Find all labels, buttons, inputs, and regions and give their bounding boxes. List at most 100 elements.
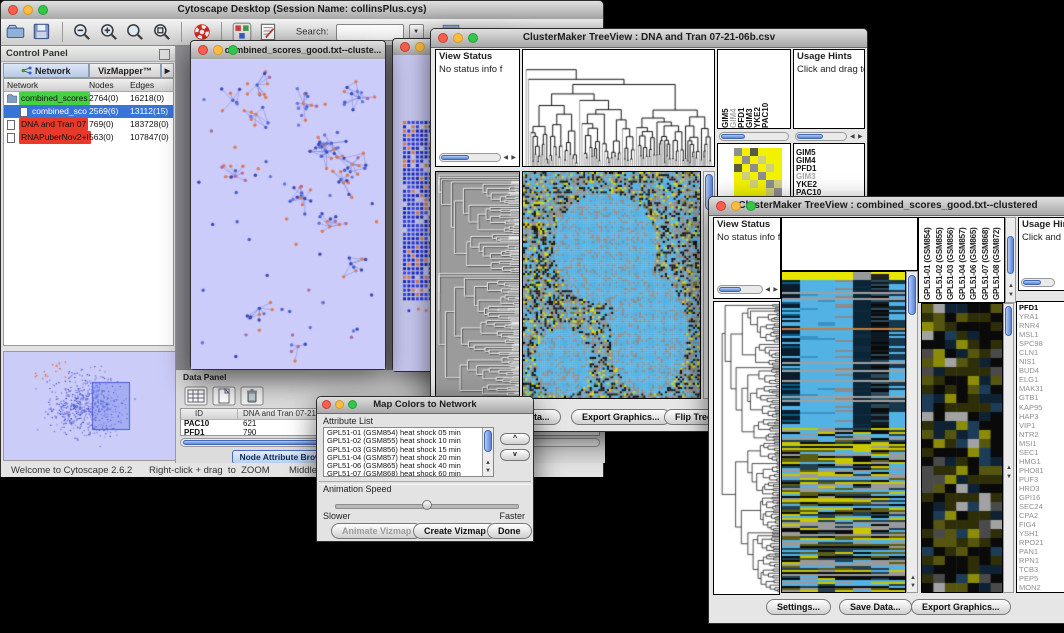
matrix-cell[interactable] (742, 172, 750, 180)
zoom-button[interactable] (348, 400, 357, 409)
tv2-column-label[interactable]: GPL51-07 (GSM868) (980, 220, 992, 300)
tv2-column-label[interactable]: GPL51-08 (GSM872) (991, 220, 1003, 300)
scroll-thumb[interactable] (1005, 306, 1012, 336)
matrix-cell[interactable] (758, 180, 766, 188)
tv2-row-dendrogram[interactable] (713, 301, 780, 595)
close-button[interactable] (322, 400, 331, 409)
gene-label[interactable]: MSL1 (1019, 330, 1044, 339)
scroll-up-icon[interactable]: ▲ (485, 459, 491, 467)
gene-label[interactable]: MAK31 (1019, 384, 1044, 393)
gene-label[interactable]: CLN1 (1019, 348, 1044, 357)
usage-hints-scrollbar[interactable] (1021, 278, 1055, 287)
matrix-cell[interactable] (742, 180, 750, 188)
gene-label[interactable]: CPA2 (1019, 511, 1044, 520)
tv2-column-labels-panel[interactable]: GPL51-01 (GSM854)GPL51-02 (GSM855)GPL51-… (918, 217, 1005, 303)
scroll-thumb[interactable] (721, 134, 745, 139)
matrix-cell[interactable] (734, 156, 742, 164)
minimize-button[interactable] (731, 201, 741, 211)
view-status-scrollbar[interactable] (717, 285, 763, 294)
matrix-cell[interactable] (758, 148, 766, 156)
tv2-column-label[interactable]: GPL51-01 (GSM854) (922, 220, 934, 300)
close-button[interactable] (438, 33, 448, 43)
tv2-detail-vscrollbar[interactable]: ▲ ▼ (1003, 303, 1014, 593)
scroll-right-icon[interactable]: ▶ (773, 286, 778, 294)
scroll-thumb[interactable] (484, 430, 492, 452)
gene-label[interactable]: ELG1 (1019, 375, 1044, 384)
tv2-gene-labels-panel[interactable]: PFD1YRA1RNR4MSL1SPC98CLN1NIS1BUD4ELG1MAK… (1016, 301, 1064, 593)
main-title-bar[interactable]: Cytoscape Desktop (Session Name: collins… (1, 1, 603, 20)
tv2-heatmap-vscrollbar[interactable]: ▲ ▼ (906, 271, 918, 593)
col-header-edges[interactable]: Edges (130, 79, 154, 91)
done-button[interactable]: Done (487, 523, 532, 539)
gene-label[interactable]: PEP5 (1019, 574, 1044, 583)
attribute-list-vscrollbar[interactable]: ▲ ▼ (482, 428, 493, 476)
tv1-column-labels-panel[interactable]: GIM5GIM4PFD1GIM3YKE2PAC10 (717, 49, 791, 129)
network-canvas[interactable] (191, 59, 385, 369)
tv1-usage-hints-scrollbar[interactable] (795, 132, 847, 141)
matrix-cell[interactable] (774, 156, 782, 164)
matrix-cell[interactable] (742, 188, 750, 196)
matrix-cell[interactable] (758, 188, 766, 196)
attribute-up-button[interactable]: ^ (500, 433, 530, 445)
matrix-cell[interactable] (734, 188, 742, 196)
tab-vizmapper[interactable]: VizMapper™ (89, 63, 161, 78)
treeview1-title-bar[interactable]: ClusterMaker TreeView : DNA and Tran 07-… (431, 29, 867, 48)
minimize-button[interactable] (453, 33, 463, 43)
save-session-icon[interactable] (31, 21, 53, 43)
minimize-button[interactable] (23, 5, 33, 15)
tv2-export-graphics-button[interactable]: Export Graphics... (911, 599, 1011, 615)
gene-label[interactable]: GTB1 (1019, 393, 1044, 402)
close-button[interactable] (400, 42, 410, 52)
matrix-cell[interactable] (742, 148, 750, 156)
animate-vizmap-button[interactable]: Animate Vizmap (331, 523, 422, 539)
zoom-selected-icon[interactable] (151, 21, 173, 43)
open-session-icon[interactable] (5, 21, 27, 43)
tv2-detail-heatmap[interactable] (921, 303, 1003, 593)
network-overview[interactable] (3, 351, 176, 461)
scroll-right-icon[interactable]: ▶ (858, 133, 863, 141)
scroll-thumb[interactable] (441, 155, 469, 160)
gene-label[interactable]: KAP95 (1019, 403, 1044, 412)
scroll-thumb[interactable] (719, 287, 741, 292)
scroll-thumb[interactable] (1023, 280, 1041, 285)
scroll-right-icon[interactable]: ▶ (511, 154, 516, 162)
scroll-up-icon[interactable]: ▲ (1006, 464, 1012, 472)
gene-label[interactable]: NIS1 (1019, 357, 1044, 366)
matrix-cell[interactable] (774, 188, 782, 196)
scroll-down-icon[interactable]: ▼ (1006, 473, 1012, 481)
gene-label[interactable]: RPN1 (1019, 556, 1044, 565)
tv2-save-data-button[interactable]: Save Data... (839, 599, 912, 615)
matrix-cell[interactable] (766, 188, 774, 196)
col-header-network[interactable]: Network (7, 79, 38, 91)
gene-label[interactable]: YRA1 (1019, 312, 1044, 321)
scroll-thumb[interactable] (1007, 236, 1014, 274)
network-row[interactable]: RNAPuberNov2+I563(0)107847(0) (4, 131, 173, 144)
gene-label[interactable]: GPI16 (1019, 493, 1044, 502)
matrix-cell[interactable] (758, 172, 766, 180)
attribute-down-button[interactable]: v (500, 449, 530, 461)
scroll-up-icon[interactable]: ▲ (1008, 282, 1014, 290)
matrix-cell[interactable] (766, 164, 774, 172)
attribute-listbox[interactable]: GPL51-01 (GSM854) heat shock 05 minGPL51… (323, 427, 494, 477)
matrix-cell[interactable] (774, 180, 782, 188)
matrix-cell[interactable] (734, 172, 742, 180)
tv2-settings-button[interactable]: Settings... (766, 599, 831, 615)
matrix-cell[interactable] (750, 172, 758, 180)
attribute-list-item[interactable]: GPL51-07 (GSM868) heat shock 60 min (325, 470, 481, 477)
matrix-cell[interactable] (766, 156, 774, 164)
gene-label[interactable]: YSH1 (1019, 529, 1044, 538)
view-status-scrollbar[interactable] (439, 153, 501, 162)
matrix-cell[interactable] (758, 164, 766, 172)
matrix-cell[interactable] (750, 164, 758, 172)
zoom-button[interactable] (38, 5, 48, 15)
minimize-button[interactable] (335, 400, 344, 409)
tv1-export-graphics-button[interactable]: Export Graphics... (571, 409, 671, 425)
scroll-down-icon[interactable]: ▼ (1008, 291, 1014, 299)
matrix-cell[interactable] (774, 148, 782, 156)
gene-label[interactable]: RPO21 (1019, 538, 1044, 547)
gene-label[interactable]: PFD1 (1019, 303, 1044, 312)
matrix-cell[interactable] (758, 156, 766, 164)
tv1-column-labels-scrollbar[interactable] (719, 132, 789, 141)
tv2-column-label[interactable]: GPL51-03 (GSM856) (945, 220, 957, 300)
gene-label[interactable]: PUF3 (1019, 475, 1044, 484)
